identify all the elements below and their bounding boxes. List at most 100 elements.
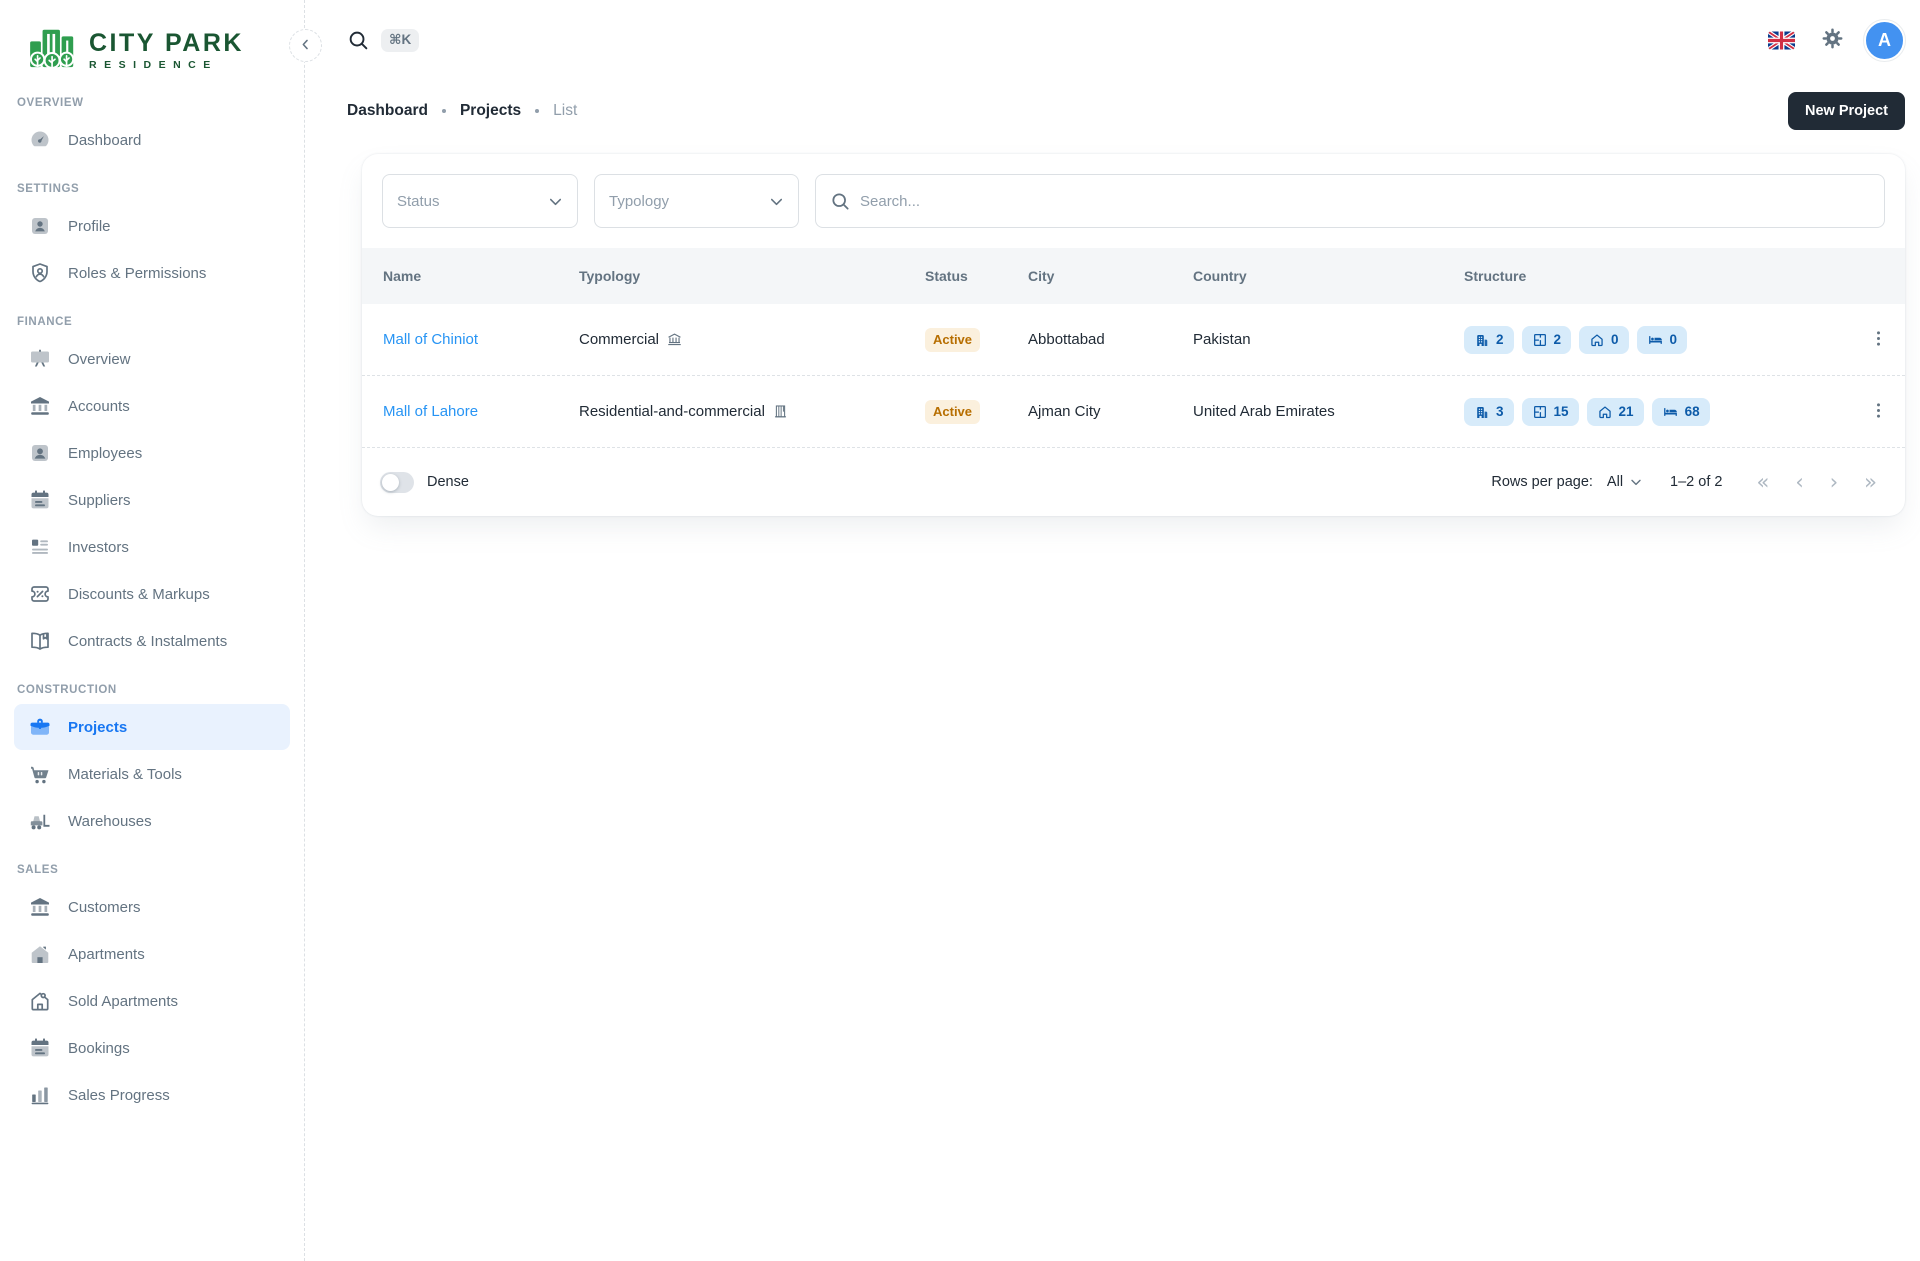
sidebar-section-label-sales: SALES: [17, 864, 288, 876]
sidebar-item-investors[interactable]: Investors: [14, 524, 290, 570]
status-filter-select[interactable]: Status: [382, 174, 578, 228]
forklift-icon: [28, 809, 52, 833]
country-cell: United Arab Emirates: [1193, 403, 1464, 420]
kebab-icon: [1868, 409, 1889, 424]
roles-icon: [28, 261, 52, 285]
breadcrumb-dashboard[interactable]: Dashboard: [347, 102, 428, 120]
sidebar-item-label: Investors: [68, 539, 129, 556]
topbar: ⌘K: [347, 0, 1905, 76]
chevron-left-icon: [298, 37, 313, 55]
sidebar-item-materials-tools[interactable]: Materials & Tools: [14, 751, 290, 797]
structure-chip-house: 21: [1587, 398, 1644, 426]
floorplan-icon: [1532, 404, 1548, 420]
building-icon: [1474, 404, 1490, 420]
sidebar-item-dashboard[interactable]: Dashboard: [14, 117, 290, 163]
rows-per-page-select[interactable]: All: [1607, 474, 1644, 490]
kebab-icon: [1868, 337, 1889, 352]
new-project-button[interactable]: New Project: [1788, 92, 1905, 130]
sidebar-item-sold-apartments[interactable]: Sold Apartments: [14, 978, 290, 1024]
structure-cell: 3152168: [1464, 398, 1845, 426]
sidebar-item-label: Apartments: [68, 946, 145, 963]
toolbox-icon: [28, 715, 52, 739]
table-search-input[interactable]: [860, 193, 1870, 210]
last-page-icon[interactable]: »: [1856, 468, 1885, 497]
row-actions-button[interactable]: [1860, 392, 1897, 432]
brand-logo[interactable]: CITY PARK RESIDENCE: [0, 0, 304, 77]
sidebar-item-overview[interactable]: Overview: [14, 336, 290, 382]
global-search-button[interactable]: ⌘K: [347, 29, 419, 52]
country-cell: Pakistan: [1193, 331, 1464, 348]
gear-icon: [1821, 27, 1844, 53]
structure-chip-building: 3: [1464, 398, 1514, 426]
sidebar-item-apartments[interactable]: Apartments: [14, 931, 290, 977]
sidebar-nav: OVERVIEWDashboardSETTINGSProfileRoles & …: [0, 97, 304, 1118]
project-name-link[interactable]: Mall of Chiniot: [383, 331, 579, 348]
rows-per-page-value: All: [1607, 474, 1623, 490]
sidebar-item-contracts-instalments[interactable]: Contracts & Instalments: [14, 618, 290, 664]
breadcrumb-projects[interactable]: Projects: [460, 102, 521, 120]
sidebar-item-accounts[interactable]: Accounts: [14, 383, 290, 429]
table-body: Mall of ChiniotCommercialActiveAbbottaba…: [362, 304, 1905, 448]
typology-cell: Residential-and-commercial: [579, 403, 925, 420]
prev-page-icon[interactable]: ‹: [1787, 468, 1811, 497]
bed-icon: [1662, 403, 1679, 420]
sidebar-item-roles-permissions[interactable]: Roles & Permissions: [14, 250, 290, 296]
profile-icon: [28, 214, 52, 238]
sidebar-item-label: Discounts & Markups: [68, 586, 210, 603]
typology-filter-select[interactable]: Typology: [594, 174, 799, 228]
breadcrumb: Dashboard Projects List: [347, 102, 577, 120]
app-root: CITY PARK RESIDENCE OVERVIEWDashboardSET…: [0, 0, 1920, 1261]
table-row-mall-of-lahore: Mall of LahoreResidential-and-commercial…: [362, 376, 1905, 448]
sidebar-item-discounts-markups[interactable]: Discounts & Markups: [14, 571, 290, 617]
row-actions-button[interactable]: [1860, 320, 1897, 360]
structure-chip-count: 2: [1554, 332, 1562, 347]
structure-chip-floorplan: 15: [1522, 398, 1579, 426]
structure-chip-floorplan: 2: [1522, 326, 1572, 354]
column-header-country: Country: [1193, 268, 1464, 284]
status-filter-label: Status: [397, 193, 440, 210]
chevron-down-icon: [767, 192, 786, 211]
structure-chip-house: 0: [1579, 326, 1629, 354]
language-button[interactable]: [1762, 25, 1801, 56]
sidebar-item-label: Profile: [68, 218, 111, 235]
uk-flag-icon: [1768, 31, 1795, 50]
house-icon: [1589, 332, 1605, 348]
sidebar-item-sales-progress[interactable]: Sales Progress: [14, 1072, 290, 1118]
typology-label: Commercial: [579, 331, 659, 348]
calendar-icon: [28, 1036, 52, 1060]
house-filled-icon: [28, 942, 52, 966]
sidebar-item-bookings[interactable]: Bookings: [14, 1025, 290, 1071]
sidebar-item-label: Suppliers: [68, 492, 131, 509]
sidebar-item-label: Accounts: [68, 398, 130, 415]
page-head: Dashboard Projects List New Project: [347, 92, 1905, 130]
user-avatar[interactable]: A: [1864, 20, 1905, 61]
sidebar-item-suppliers[interactable]: Suppliers: [14, 477, 290, 523]
floorplan-icon: [1532, 332, 1548, 348]
sidebar-collapse-button[interactable]: [289, 29, 322, 62]
sidebar-section-label-finance: FINANCE: [17, 316, 288, 328]
project-name-link[interactable]: Mall of Lahore: [383, 403, 579, 420]
city-cell: Ajman City: [1028, 403, 1193, 420]
typology-cell: Commercial: [579, 331, 925, 348]
pagination-range-label: 1–2 of 2: [1670, 474, 1722, 490]
sidebar-item-profile[interactable]: Profile: [14, 203, 290, 249]
brand-tagline: RESIDENCE: [89, 59, 244, 71]
sidebar-item-employees[interactable]: Employees: [14, 430, 290, 476]
breadcrumb-separator-dot: [442, 109, 446, 113]
sidebar-item-warehouses[interactable]: Warehouses: [14, 798, 290, 844]
sidebar-item-label: Projects: [68, 719, 127, 736]
settings-button[interactable]: [1815, 21, 1850, 59]
projects-table-card: Status Typology: [362, 154, 1905, 516]
next-page-icon[interactable]: ›: [1822, 468, 1846, 497]
search-shortcut-badge: ⌘K: [381, 29, 419, 52]
structure-chip-building: 2: [1464, 326, 1514, 354]
status-cell: Active: [925, 328, 1028, 352]
dense-toggle[interactable]: [380, 472, 414, 493]
chevron-down-icon: [546, 192, 565, 211]
sidebar-item-projects[interactable]: Projects: [14, 704, 290, 750]
sidebar-item-customers[interactable]: Customers: [14, 884, 290, 930]
status-badge: Active: [925, 328, 980, 352]
table-search-box: [815, 174, 1885, 228]
first-page-icon[interactable]: «: [1748, 468, 1777, 497]
table-row-mall-of-chiniot: Mall of ChiniotCommercialActiveAbbottaba…: [362, 304, 1905, 376]
